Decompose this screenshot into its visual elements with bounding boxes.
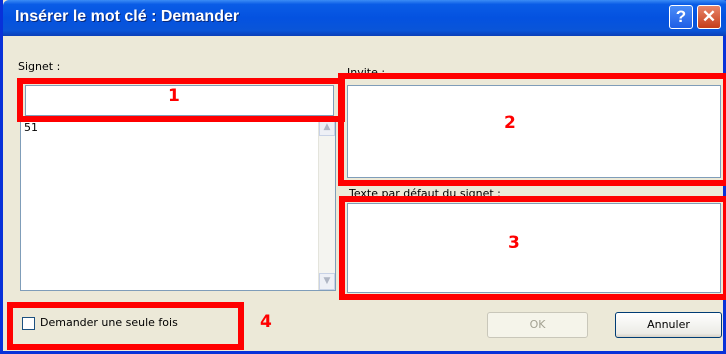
- close-icon: ✕: [701, 7, 717, 26]
- title-bar[interactable]: Insérer le mot clé : Demander ? ✕: [3, 0, 726, 36]
- help-icon: ?: [675, 7, 687, 26]
- annotation-number-2: 2: [504, 113, 516, 133]
- annotation-number-3: 3: [508, 233, 520, 253]
- annotation-box-1: [17, 78, 345, 122]
- bookmark-label: Signet :: [18, 60, 61, 73]
- annotation-number-1: 1: [168, 86, 180, 106]
- scrollbar[interactable]: ▲ ▼: [318, 119, 335, 290]
- ok-button[interactable]: OK: [487, 312, 588, 338]
- chevron-up-icon: ▲: [323, 122, 331, 132]
- help-button[interactable]: ?: [669, 5, 693, 29]
- chevron-down-icon: ▼: [323, 276, 331, 286]
- annotation-box-4: [7, 302, 244, 350]
- bookmark-list[interactable]: 51 ▲ ▼: [20, 118, 336, 291]
- annotation-box-3: [339, 196, 726, 300]
- close-button[interactable]: ✕: [697, 5, 721, 29]
- annotation-number-4: 4: [260, 312, 272, 332]
- dialog-title: Insérer le mot clé : Demander: [15, 8, 240, 25]
- annotation-box-2: [338, 73, 726, 186]
- cancel-button[interactable]: Annuler: [615, 312, 722, 338]
- scroll-down-button[interactable]: ▼: [319, 273, 335, 290]
- dialog-window: Insérer le mot clé : Demander ? ✕ Signet…: [0, 0, 726, 354]
- list-item[interactable]: 51: [24, 121, 38, 134]
